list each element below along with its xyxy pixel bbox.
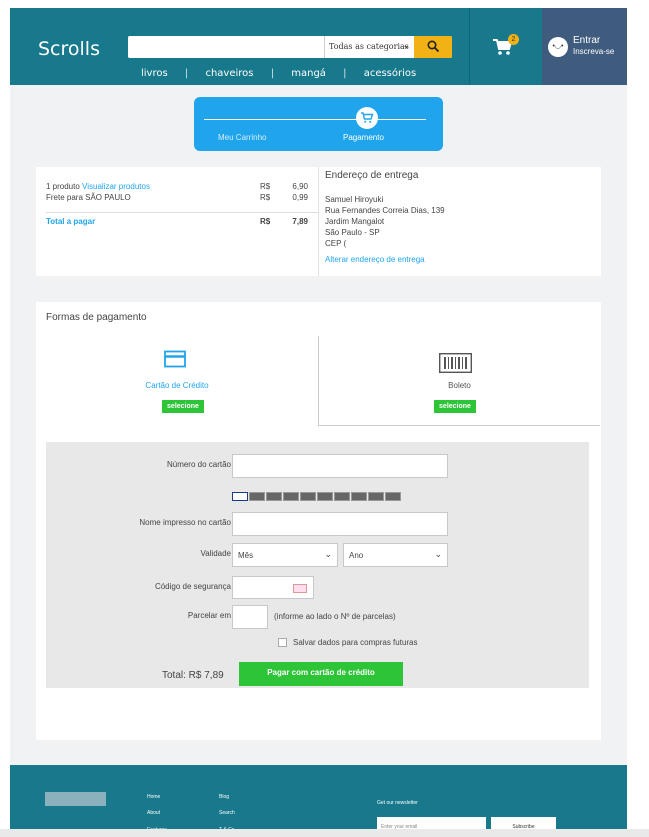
summary-divider (46, 212, 318, 213)
pay-with-card-button[interactable]: Pagar com cartão de crédito (239, 662, 403, 686)
account-panel[interactable]: •◡• Entrar Inscreva-se (542, 8, 627, 85)
summary-products-row: 1 produto Visualizar produtos (46, 182, 150, 191)
nav-chaveiros[interactable]: chaveiros (205, 68, 253, 79)
nav-separator: | (343, 68, 347, 79)
card-number-input[interactable] (232, 454, 448, 478)
footer-link-home[interactable]: Home (147, 794, 160, 800)
card-brand-icon (368, 492, 384, 501)
save-data-checkbox[interactable] (278, 638, 287, 647)
login-link[interactable]: Entrar (573, 35, 600, 46)
installments-input[interactable] (232, 605, 268, 629)
step-current-marker (356, 107, 378, 129)
mastercard-icon (249, 492, 265, 501)
visa-icon (232, 492, 248, 501)
change-address-link[interactable]: Alterar endereço de entrega (325, 255, 425, 264)
card-number-label: Número do cartão (166, 460, 231, 469)
summary-vertical-divider (318, 167, 319, 276)
step-payment: Pagamento (343, 133, 384, 142)
header: Scrolls Todas as categorias ⌄ livros | c… (10, 8, 627, 85)
address-title: Endereço de entrega (325, 170, 419, 181)
search-bar: Todas as categorias ⌄ (128, 36, 452, 58)
cvv-label: Código de segurança (154, 582, 231, 591)
boleto-option[interactable]: Boleto selecione (318, 336, 600, 426)
save-data-label: Salvar dados para compras futuras (293, 638, 418, 647)
credit-card-label: Cartão de Crédito (145, 381, 209, 390)
form-total: Total: R$ 7,89 (162, 670, 224, 681)
chevron-down-icon: ⌄ (434, 549, 442, 559)
barcode-icon (439, 353, 472, 373)
footer-link-blog[interactable]: Blog (219, 794, 229, 800)
card-brand-icon (385, 492, 401, 501)
footer-link-search[interactable]: Search (219, 810, 235, 816)
payment-title: Formas de pagamento (46, 312, 147, 323)
total-label: Total a pagar (46, 217, 96, 226)
boleto-label: Boleto (448, 381, 471, 390)
nav-manga[interactable]: mangá (291, 68, 326, 79)
page: Scrolls Todas as categorias ⌄ livros | c… (10, 8, 627, 837)
address-street: Rua Fernandes Correia Dias, 139 (325, 206, 445, 215)
signup-link[interactable]: Inscreva-se (573, 47, 614, 56)
select-boleto-button[interactable]: selecione (434, 400, 476, 413)
search-icon (427, 40, 440, 53)
address-city: São Paulo - SP (325, 228, 380, 237)
elo-icon (300, 492, 316, 501)
total-value: 7,89 (292, 217, 308, 226)
bottom-edge (0, 829, 649, 837)
hipercard-icon (317, 492, 333, 501)
steps-progress-line (204, 119, 426, 120)
step-cart[interactable]: Meu Carrinho (218, 133, 266, 142)
payment-section: Formas de pagamento Cartão de Crédito se… (36, 302, 601, 740)
card-brand-icon (351, 492, 367, 501)
diners-icon (283, 492, 299, 501)
card-name-label: Nome impresso no cartão (139, 518, 231, 527)
select-credit-button[interactable]: selecione (162, 400, 204, 413)
installments-label: Parcelar em (187, 611, 231, 620)
year-select-label: Ano (349, 551, 364, 560)
logo[interactable]: Scrolls (38, 38, 100, 60)
search-button[interactable] (414, 36, 452, 58)
footer-link-about[interactable]: About (147, 810, 160, 816)
cart-badge: 2 (508, 34, 519, 45)
month-select-label: Mês (238, 551, 254, 560)
view-products-link[interactable]: Visualizar produtos (82, 182, 150, 191)
card-back-icon (293, 584, 307, 593)
year-select[interactable]: Ano ⌄ (343, 543, 448, 567)
freight-value: 0,99 (292, 193, 308, 202)
order-summary: 1 produto Visualizar produtos R$ 6,90 Fr… (36, 167, 601, 276)
footer-logo (45, 792, 106, 806)
nav-livros[interactable]: livros (141, 68, 168, 79)
chevron-down-icon: ⌄ (324, 549, 332, 559)
checkout-steps: Meu Carrinho Pagamento (194, 97, 443, 151)
card-name-input[interactable] (232, 512, 448, 536)
installments-note: (informe ao lado o Nº de parcelas) (274, 612, 396, 621)
newsletter-label: Get our newsletter (377, 800, 418, 806)
footer: Home About Features Blog Search T & Cs G… (10, 765, 627, 837)
cart-icon (361, 112, 374, 123)
nav-separator: | (270, 68, 275, 79)
address-cep: CEP ( (325, 239, 347, 248)
category-select[interactable]: Todas as categorias ⌄ (324, 36, 414, 58)
validity-label: Validade (200, 549, 231, 558)
month-select[interactable]: Mês ⌄ (232, 543, 338, 567)
address-district: Jardim Mangalot (325, 217, 385, 226)
nav-acessorios[interactable]: acessórios (364, 68, 417, 79)
credit-card-icon (164, 350, 186, 368)
cart-button[interactable]: 2 (469, 8, 542, 85)
aura-icon (334, 492, 350, 501)
freight-label: Frete para SÃO PAULO (46, 193, 131, 202)
nav-separator: | (184, 68, 189, 79)
cvv-input[interactable] (232, 576, 314, 599)
credit-card-option[interactable]: Cartão de Crédito selecione (36, 336, 318, 428)
address-name: Samuel Hiroyuki (325, 195, 384, 204)
avatar-icon: •◡• (548, 37, 568, 57)
products-value: 6,90 (292, 182, 308, 191)
amex-icon (266, 492, 282, 501)
chevron-down-icon: ⌄ (402, 41, 410, 51)
search-input[interactable] (128, 36, 324, 58)
category-nav: livros | chaveiros | mangá | acessórios (141, 68, 430, 79)
credit-card-form: Número do cartão Nome impresso no cartão… (46, 442, 589, 688)
card-brands (232, 488, 402, 501)
products-count: 1 produto (46, 182, 80, 191)
category-select-label: Todas as categorias (329, 42, 409, 51)
